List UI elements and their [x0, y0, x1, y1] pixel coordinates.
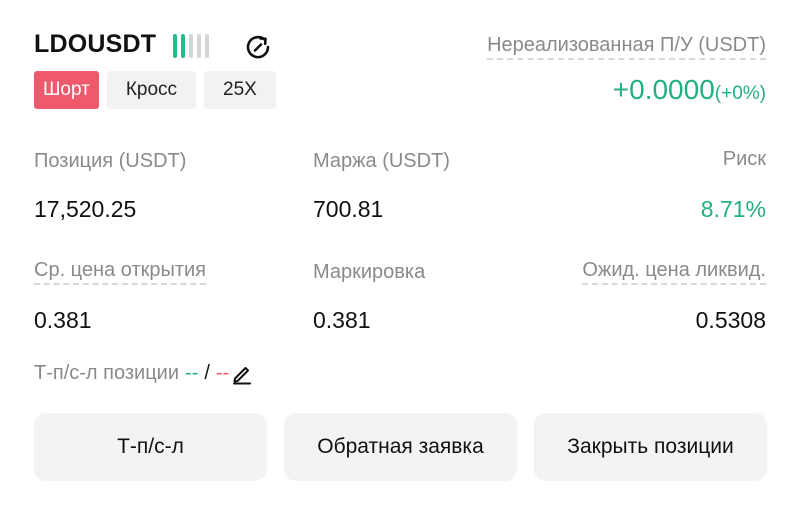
mark-price-value: 0.381: [313, 307, 371, 333]
signal-strength-icon: [173, 34, 209, 58]
tpsl-separator: /: [204, 362, 210, 384]
symbol-title[interactable]: LDOUSDT: [34, 30, 156, 59]
position-tpsl-row: Т-п/с-л позиции -- / --: [34, 362, 253, 385]
margin-label: Маржа (USDT): [313, 150, 450, 172]
strength-bar: [197, 34, 201, 58]
share-refresh-icon: [246, 35, 270, 59]
edit-tpsl-button[interactable]: [231, 363, 253, 385]
strength-bar: [205, 34, 209, 58]
position-size-label: Позиция (USDT): [34, 150, 187, 172]
take-profit-value: --: [185, 362, 199, 384]
strength-bar: [181, 34, 185, 58]
strength-bar: [173, 34, 177, 58]
tpsl-button[interactable]: Т-п/с-л: [34, 413, 267, 481]
reverse-order-button[interactable]: Обратная заявка: [284, 413, 517, 481]
unrealized-pnl-value: +0.0000(+0%): [613, 74, 766, 106]
est-liq-price-label[interactable]: Ожид. цена ликвид.: [582, 259, 766, 285]
avg-entry-price-value: 0.381: [34, 307, 92, 333]
pnl-percent: (+0%): [714, 83, 766, 104]
position-size-value: 17,520.25: [34, 196, 137, 222]
share-button[interactable]: [243, 32, 273, 62]
avg-entry-price-label[interactable]: Ср. цена открытия: [34, 259, 207, 285]
risk-label: Риск: [722, 148, 766, 170]
risk-value: 8.71%: [700, 196, 766, 222]
stop-loss-value: --: [215, 362, 230, 384]
side-badge: Шорт: [34, 71, 99, 109]
close-positions-button[interactable]: Закрыть позиции: [534, 413, 767, 481]
est-liq-price-value: 0.5308: [695, 307, 766, 333]
mark-price-label: Маркировка: [313, 261, 426, 283]
margin-mode-button[interactable]: Кросс: [106, 71, 197, 109]
margin-value: 700.81: [313, 196, 384, 222]
pencil-icon: [233, 366, 252, 384]
position-tags: Шорт Кросс 25X: [34, 71, 276, 109]
leverage-button[interactable]: 25X: [204, 71, 276, 109]
strength-bar: [189, 34, 193, 58]
pnl-amount: +0.0000: [612, 74, 715, 105]
unrealized-pnl-label[interactable]: Нереализованная П/У (USDT): [487, 34, 766, 60]
position-card: LDOUSDT Шорт Кросс 25X Нереализованная П…: [0, 0, 800, 508]
position-tpsl-label: Т-п/с-л позиции: [34, 362, 180, 384]
